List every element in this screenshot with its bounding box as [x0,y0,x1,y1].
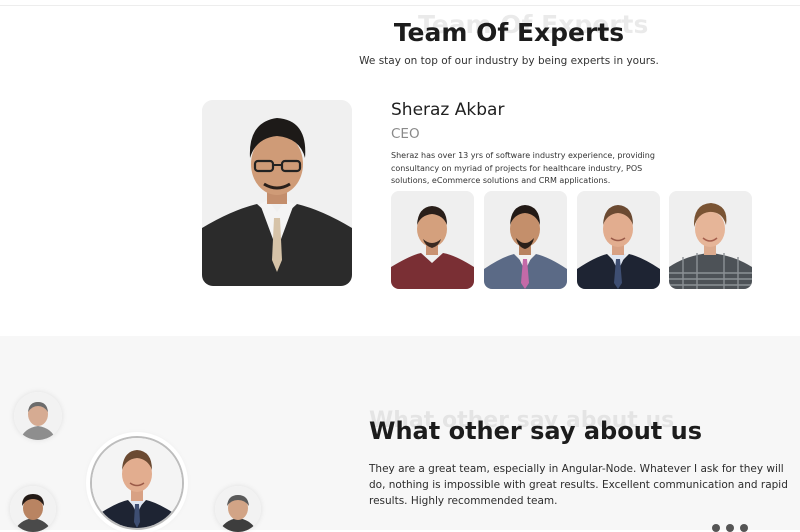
client-avatar-small-2[interactable] [10,486,56,532]
expert-bio: Sheraz has over 13 yrs of software indus… [391,151,655,185]
expert-name: Sheraz Akbar [391,100,505,120]
testimonials-title: What other say about us [369,417,702,445]
team-member-thumb-1[interactable] [391,191,474,289]
team-member-portrait [484,191,567,289]
team-member-thumb-2[interactable] [484,191,567,289]
team-subtitle: We stay on top of our industry by being … [359,55,659,67]
client-avatar-small-1[interactable] [14,392,62,440]
team-member-thumb-3[interactable] [577,191,660,289]
team-member-portrait [577,191,660,289]
testimonial-quote: They are a great team, especially in Ang… [369,463,788,507]
client-avatar-small-3[interactable] [215,486,261,532]
team-member-portrait [391,191,474,289]
carousel-dot-1[interactable] [712,524,720,532]
top-divider [0,5,800,6]
team-title: Team Of Experts [393,18,625,47]
ceo-portrait [202,100,352,286]
client-portrait [14,392,62,440]
expert-photo [202,100,352,286]
client-portrait [215,486,261,532]
client-portrait [10,486,56,532]
expert-role: CEO [391,126,420,142]
client-avatar-active[interactable] [90,436,184,530]
testimonials-section: What other say about us What other say a… [0,336,800,532]
carousel-dot-3[interactable] [740,524,748,532]
carousel-dot-2[interactable] [726,524,734,532]
client-portrait [92,438,182,528]
team-member-thumb-4[interactable] [669,191,752,289]
team-member-portrait [669,191,752,289]
